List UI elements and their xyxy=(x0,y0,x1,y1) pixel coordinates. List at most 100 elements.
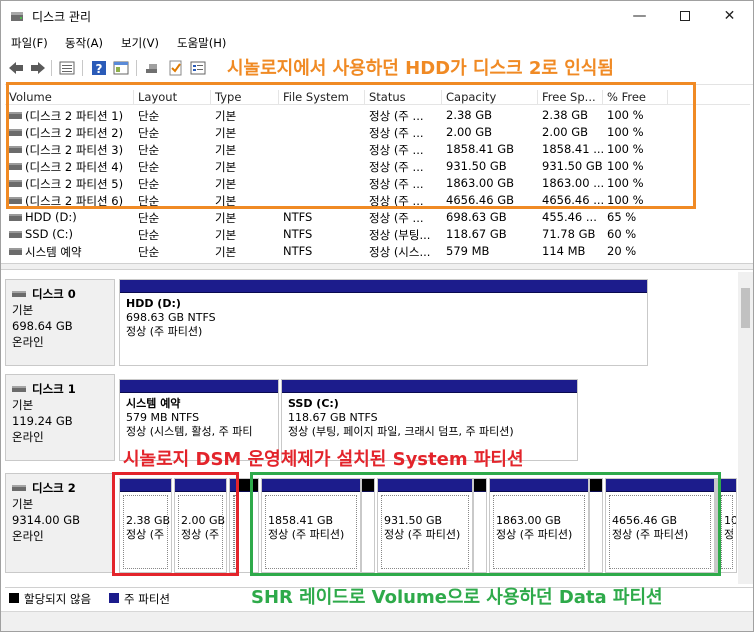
column-header-type[interactable]: Type xyxy=(211,90,279,104)
menu-file[interactable]: 파일(F) xyxy=(11,35,48,51)
cell-capacity: 2.38 GB xyxy=(446,108,493,122)
forward-button[interactable] xyxy=(29,59,47,77)
cell-type: 기본 xyxy=(215,109,237,123)
disk-2-partition-4[interactable]: 1858.41 GB 정상 (주 파티션) xyxy=(261,478,361,573)
cell-type: 기본 xyxy=(215,177,237,191)
scrollbar-thumb[interactable] xyxy=(741,288,750,328)
settings-button[interactable] xyxy=(189,59,207,77)
unallocated-space[interactable] xyxy=(473,478,487,573)
cell-layout: 단순 xyxy=(138,245,160,259)
disk-icon xyxy=(12,386,26,392)
cell-layout: 단순 xyxy=(138,228,160,242)
disk-2-partition-7[interactable]: 4656.46 GB 정상 (주 파티션) xyxy=(605,478,715,573)
column-header-filesystem[interactable]: File System xyxy=(279,90,365,104)
partition-bar xyxy=(718,479,736,492)
properties-button[interactable] xyxy=(58,59,76,77)
disk-map-scrollbar[interactable] xyxy=(738,272,753,584)
back-button[interactable] xyxy=(7,59,25,77)
disk-1-name: 디스크 1 xyxy=(32,382,76,396)
menu-view[interactable]: 보기(V) xyxy=(121,35,159,51)
legend-primary-partition: 주 파티션 xyxy=(124,592,170,606)
cell-type: 기본 xyxy=(215,126,237,140)
volume-row[interactable]: (디스크 2 파티션 6) 단순 기본 정상 (주 ... 4656.46 GB 4656… xyxy=(5,192,750,209)
list-view-icon xyxy=(59,61,75,75)
unallocated-space[interactable] xyxy=(238,478,259,573)
unallocated-bar xyxy=(590,479,602,492)
volume-row[interactable]: (디스크 2 파티션 2) 단순 기본 정상 (주 ... 2.00 GB 2.00 GB… xyxy=(5,124,750,141)
column-header-layout[interactable]: Layout xyxy=(134,90,211,104)
unallocated-space[interactable] xyxy=(589,478,603,573)
volume-row[interactable]: (디스크 2 파티션 1) 단순 기본 정상 (주 ... 2.38 GB 2.38 GB… xyxy=(5,107,750,124)
column-header-volume[interactable]: Volume xyxy=(5,90,134,104)
disk-0-info[interactable]: 디스크 0 기본 698.64 GB 온라인 xyxy=(5,279,115,366)
disk-2-partition-5[interactable]: 931.50 GB 정상 (주 파티션) xyxy=(377,478,473,573)
unallocated-bar xyxy=(239,479,258,492)
checklist-icon xyxy=(169,60,182,76)
cell-free-space: 455.46 ... xyxy=(542,210,597,224)
disk-2-partition-8[interactable]: 108정 xyxy=(717,478,737,573)
partition-name: 시스템 예약 xyxy=(126,397,181,410)
cell-type: 기본 xyxy=(215,211,237,225)
disk-management-app-icon xyxy=(11,12,23,21)
column-header-status[interactable]: Status xyxy=(365,90,442,104)
disk-2-partition-6[interactable]: 1863.00 GB 정상 (주 파티션) xyxy=(489,478,589,573)
disk-icon xyxy=(12,485,26,491)
window-title: 디스크 관리 xyxy=(32,10,92,24)
menu-help[interactable]: 도움말(H) xyxy=(177,35,226,51)
volume-row[interactable]: (디스크 2 파티션 5) 단순 기본 정상 (주 ... 1863.00 GB 1863… xyxy=(5,175,750,192)
maximize-button[interactable] xyxy=(662,1,707,31)
disk-1-info[interactable]: 디스크 1 기본 119.24 GB 온라인 xyxy=(5,374,115,461)
legend-unallocated: 할당되지 않음 xyxy=(24,592,92,606)
cell-percent-free: 20 % xyxy=(607,244,637,258)
connect-button[interactable] xyxy=(144,59,162,77)
help-button[interactable]: ? xyxy=(90,59,108,77)
cell-volume: 시스템 예약 xyxy=(25,245,82,259)
cell-volume: (디스크 2 파티션 2) xyxy=(25,126,124,140)
volume-row[interactable]: SSD (C:) 단순 기본 NTFS 정상 (부팅... 118.67 GB 71.78 … xyxy=(5,226,750,243)
column-header-capacity[interactable]: Capacity xyxy=(442,90,538,104)
disk-2-partition-1[interactable]: 2.38 GB 정상 (주 xyxy=(119,478,172,573)
disk-1-state: 온라인 xyxy=(12,430,44,444)
disk-0-partition-hdd[interactable]: HDD (D:) 698.63 GB NTFS 정상 (주 파티션) xyxy=(119,279,648,366)
column-header-free-space[interactable]: Free Sp... xyxy=(538,90,603,104)
partition-size: 698.63 GB NTFS xyxy=(126,311,216,324)
check-button[interactable] xyxy=(167,59,185,77)
toolbar-separator xyxy=(51,60,52,76)
disk-2-partition-3[interactable]: 3 xyxy=(229,478,238,573)
partition-status: 정상 (주 파티션) xyxy=(126,325,203,338)
partition-bar xyxy=(120,380,278,393)
title-bar: 디스크 관리 — ✕ xyxy=(1,1,753,31)
disk-2-partition-2[interactable]: 2.00 GB 정상 (주 xyxy=(174,478,227,573)
cell-percent-free: 100 % xyxy=(607,125,644,139)
cell-type: 기본 xyxy=(215,228,237,242)
forward-arrow-icon xyxy=(31,62,45,74)
cell-percent-free: 60 % xyxy=(607,227,637,241)
partition-size: 118.67 GB NTFS xyxy=(288,411,378,424)
pane-splitter[interactable] xyxy=(1,263,753,270)
disk-0-type: 기본 xyxy=(12,303,34,317)
disk-icon xyxy=(12,291,26,297)
cell-filesystem: NTFS xyxy=(283,227,313,241)
cell-free-space: 2.38 GB xyxy=(542,108,589,122)
console-icon xyxy=(113,61,129,75)
volume-row[interactable]: 시스템 예약 단순 기본 NTFS 정상 (시스... 579 MB 114 MB 20 % xyxy=(5,243,750,260)
partition-selection-outline xyxy=(493,495,585,569)
volume-icon xyxy=(9,163,22,170)
minimize-button[interactable]: — xyxy=(617,1,662,31)
cell-status: 정상 (주 ... xyxy=(369,109,424,123)
close-button[interactable]: ✕ xyxy=(707,1,752,31)
column-header-percent-free[interactable]: % Free xyxy=(603,90,668,104)
partition-selection-outline xyxy=(609,495,711,569)
volume-row[interactable]: HDD (D:) 단순 기본 NTFS 정상 (주 ... 698.63 GB 455.46… xyxy=(5,209,750,226)
volume-row[interactable]: (디스크 2 파티션 3) 단순 기본 정상 (주 ... 1858.41 GB 1858… xyxy=(5,141,750,158)
unallocated-space[interactable] xyxy=(361,478,375,573)
disk-2-info[interactable]: 디스크 2 기본 9314.00 GB 온라인 xyxy=(5,473,115,573)
cell-layout: 단순 xyxy=(138,143,160,157)
toolbar-separator xyxy=(136,60,137,76)
unallocated-bar xyxy=(362,479,374,492)
volume-row[interactable]: (디스크 2 파티션 4) 단순 기본 정상 (주 ... 931.50 GB 931.5… xyxy=(5,158,750,175)
menu-action[interactable]: 동작(A) xyxy=(65,35,103,51)
partition-bar xyxy=(262,479,360,492)
partition-selection-outline xyxy=(381,495,469,569)
console-button[interactable] xyxy=(112,59,130,77)
